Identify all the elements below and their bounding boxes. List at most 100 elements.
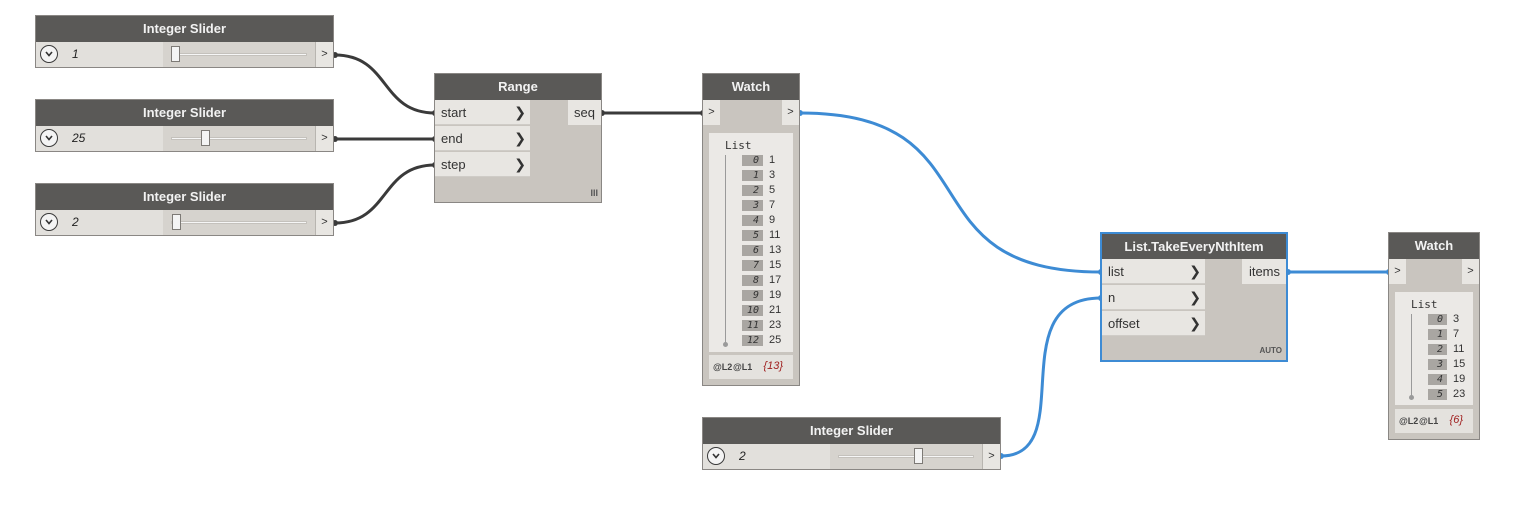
output-port[interactable]: > (982, 444, 1000, 469)
list-index: 2 (742, 184, 763, 196)
integer-slider-node[interactable]: Integer Slider 1 > (35, 15, 334, 68)
take-every-nth-item-node[interactable]: List.TakeEveryNthItem list ❯ n ❯ offset … (1100, 232, 1288, 362)
list-value: 13 (769, 244, 782, 256)
chevron-down-icon[interactable] (40, 45, 58, 63)
list-value: 7 (769, 199, 776, 211)
list-value: 21 (769, 304, 782, 316)
slider-body: 2 > (36, 210, 333, 235)
watch-node[interactable]: Watch > > List 0 1 1 3 2 5 3 7 4 9 5 11 6 13 7 15 8 17 9 19… (702, 73, 800, 386)
input-port-offset[interactable]: offset ❯ (1102, 311, 1205, 336)
input-port-step[interactable]: step ❯ (435, 152, 530, 177)
node-title: Integer Slider (36, 100, 333, 126)
input-port-end[interactable]: end ❯ (435, 126, 530, 151)
list-value: 7 (1453, 328, 1460, 340)
list-index: 12 (742, 334, 763, 346)
level-l2[interactable]: @L2 (1399, 416, 1418, 426)
node-title: Watch (1389, 233, 1479, 259)
list-value: 19 (769, 289, 782, 301)
output-port[interactable]: > (315, 42, 333, 67)
output-port[interactable]: > (782, 100, 799, 125)
input-port[interactable]: > (703, 100, 720, 125)
list-index: 5 (742, 229, 763, 241)
input-port-n[interactable]: n ❯ (1102, 285, 1205, 310)
list-index: 7 (742, 259, 763, 271)
list-item: 12 25 (742, 333, 781, 348)
watch-node[interactable]: Watch > > List 0 3 1 7 2 11 3 15 4 19 5 23 @L2 @L1 … (1388, 232, 1480, 440)
slider-value[interactable]: 1 (72, 42, 79, 66)
chevron-down-icon[interactable] (40, 213, 58, 231)
slider-track-area (163, 126, 315, 151)
list-item: 5 11 (742, 228, 780, 243)
list-value: 15 (1453, 358, 1466, 370)
slider-track-area (830, 444, 982, 469)
input-port-list[interactable]: list ❯ (1102, 259, 1205, 284)
output-port-items[interactable]: items (1242, 259, 1286, 284)
list-item: 13 (742, 168, 775, 183)
list-value: 17 (769, 274, 782, 286)
list-index: 1 (742, 169, 763, 181)
list-item: 01 (742, 153, 775, 168)
node-title: Integer Slider (36, 16, 333, 42)
input-port[interactable]: > (1389, 259, 1406, 284)
output-port-seq[interactable]: seq (568, 100, 601, 125)
node-title: Range (435, 74, 601, 100)
slider-thumb[interactable] (171, 46, 180, 62)
list-index: 8 (742, 274, 763, 286)
slider-track[interactable] (171, 137, 307, 140)
list-item: 2 11 (1428, 342, 1464, 357)
lacing-indicator[interactable]: AUTO (1259, 346, 1282, 355)
output-port[interactable]: > (1462, 259, 1479, 284)
input-port-start[interactable]: start ❯ (435, 100, 530, 125)
range-node[interactable]: Range start ❯ end ❯ step ❯ seq III (434, 73, 602, 203)
integer-slider-node[interactable]: Integer Slider 2 > (702, 417, 1001, 470)
watch-ports: > > (703, 100, 799, 125)
slider-track[interactable] (171, 221, 307, 224)
slider-track[interactable] (838, 455, 974, 458)
tree-line (1411, 314, 1412, 396)
slider-track[interactable] (171, 53, 307, 56)
list-item: 8 17 (742, 273, 781, 288)
node-title: Integer Slider (703, 418, 1000, 444)
watch-list-view[interactable]: List 0 1 1 3 2 5 3 7 4 9 5 11 6 13 7 15 8 17 9 19 10 21 11 23 12… (709, 133, 793, 352)
list-index: 9 (742, 289, 763, 301)
list-item: 6 13 (742, 243, 781, 258)
slider-thumb[interactable] (914, 448, 924, 464)
output-port[interactable]: > (315, 210, 333, 235)
tree-line (725, 155, 726, 343)
list-index: 3 (742, 199, 763, 211)
integer-slider-node[interactable]: Integer Slider 25 > (35, 99, 334, 152)
list-value: 11 (1453, 343, 1465, 355)
chevron-down-icon[interactable] (40, 129, 58, 147)
list-value: 19 (1453, 373, 1466, 385)
list-index: 11 (742, 319, 763, 331)
list-index: 2 (1428, 343, 1447, 355)
list-item: 25 (742, 183, 775, 198)
list-item: 3 15 (1428, 357, 1465, 372)
lacing-indicator[interactable]: III (590, 188, 598, 198)
slider-body: 25 > (36, 126, 333, 151)
level-l1[interactable]: @L1 (1419, 416, 1438, 426)
slider-thumb[interactable] (201, 130, 211, 146)
list-index: 6 (742, 244, 763, 256)
watch-footer: @L2 @L1 {6} (1395, 409, 1473, 433)
slider-track-area (163, 210, 315, 235)
slider-thumb[interactable] (172, 214, 182, 230)
chevron-right-icon: ❯ (1189, 263, 1201, 279)
slider-track-area (163, 42, 315, 67)
item-count: {13} (763, 360, 783, 372)
list-value: 23 (1453, 388, 1466, 400)
slider-value[interactable]: 2 (739, 444, 746, 468)
integer-slider-node[interactable]: Integer Slider 2 > (35, 183, 334, 236)
output-port[interactable]: > (315, 126, 333, 151)
level-l2[interactable]: @L2 (713, 362, 732, 372)
slider-value[interactable]: 25 (72, 126, 85, 150)
watch-list-view[interactable]: List 0 3 1 7 2 11 3 15 4 19 5 23 (1395, 292, 1473, 405)
chevron-down-icon[interactable] (707, 447, 725, 465)
list-value: 1 (769, 154, 776, 166)
level-l1[interactable]: @L1 (733, 362, 752, 372)
slider-value[interactable]: 2 (72, 210, 79, 234)
chevron-right-icon: ❯ (514, 104, 526, 120)
node-title: Watch (703, 74, 799, 100)
port-label: step (441, 157, 466, 172)
list-index: 1 (1428, 328, 1447, 340)
